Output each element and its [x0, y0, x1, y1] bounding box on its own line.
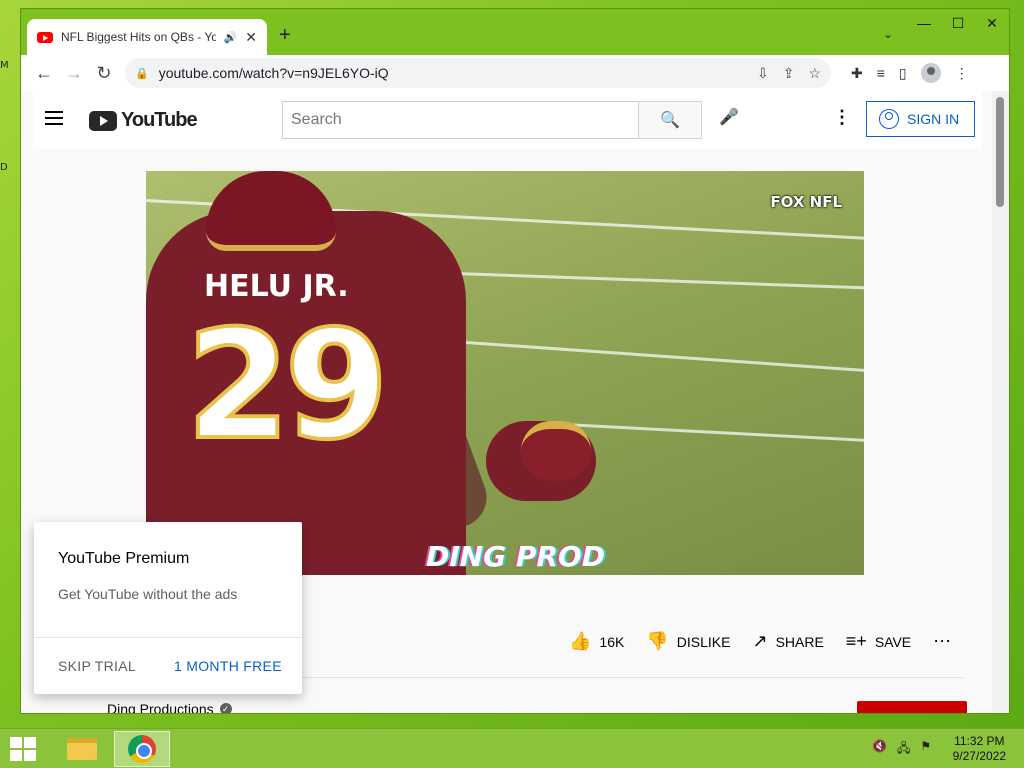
fallen-player-helmet — [521, 421, 591, 481]
desktop-icon-edge-m: M — [0, 60, 9, 71]
speaker-icon[interactable]: 🔊 — [224, 31, 238, 44]
system-tray: 🔇 🖧 ⚑ — [872, 739, 931, 760]
channel-name[interactable]: Ding Productions ✓ — [107, 701, 232, 713]
minimize-button[interactable]: — — [907, 9, 941, 37]
thumbs-up-icon: 👍 — [569, 631, 592, 651]
video-actions: 👍 16K 👎 DISLIKE ↗ SHARE ≡+ SAVE ⋯ — [569, 631, 951, 652]
tab-search-chevron-icon[interactable]: ⌄ — [883, 27, 893, 41]
youtube-favicon-icon — [37, 31, 53, 43]
share-button[interactable]: ↗ SHARE — [752, 631, 823, 652]
month-free-button[interactable]: 1 MONTH FREE — [174, 658, 282, 674]
promo-description: Get YouTube without the ads — [58, 586, 238, 602]
tab-youtube[interactable]: NFL Biggest Hits on QBs - Yo 🔊 ✕ — [27, 19, 267, 55]
save-label: SAVE — [874, 633, 912, 650]
media-control-icon[interactable]: ≡ — [877, 65, 885, 81]
scrollbar-thumb[interactable] — [996, 97, 1004, 207]
file-explorer-button[interactable] — [54, 731, 110, 767]
close-window-button[interactable]: ✕ — [975, 9, 1009, 37]
close-tab-icon[interactable]: ✕ — [245, 29, 257, 46]
dislike-button[interactable]: 👎 DISLIKE — [646, 631, 730, 652]
forward-button[interactable]: → — [59, 58, 89, 88]
thumbs-down-icon: 👎 — [646, 631, 669, 651]
player-helmet — [206, 171, 336, 251]
settings-menu-icon[interactable]: ⋮ — [833, 107, 851, 128]
desktop-icon-edge-d: D — [0, 162, 8, 173]
dislike-label: DISLIKE — [676, 633, 731, 650]
browser-menu-icon[interactable]: ⋮ — [955, 65, 969, 82]
folder-icon — [67, 738, 97, 760]
sign-in-label: SIGN IN — [907, 111, 960, 127]
tab-strip: NFL Biggest Hits on QBs - Yo 🔊 ✕ + ⌄ — ☐… — [21, 9, 1009, 55]
more-actions-button[interactable]: ⋯ — [933, 631, 951, 652]
playlist-add-icon: ≡+ — [845, 631, 867, 651]
subscribe-button[interactable]: SUBSCRIBE — [857, 701, 967, 713]
like-button[interactable]: 👍 16K — [569, 631, 624, 652]
yard-line — [425, 271, 864, 291]
sign-in-button[interactable]: SIGN IN — [866, 101, 975, 137]
video-watermark: DING PROD — [426, 540, 605, 573]
page-scrollbar[interactable] — [992, 91, 1009, 713]
browser-toolbar: ← → ↻ 🔒 youtube.com/watch?v=n9JEL6YO-iQ … — [21, 55, 1009, 91]
address-bar[interactable]: 🔒 youtube.com/watch?v=n9JEL6YO-iQ ⇩ ⇪ ☆ — [125, 58, 831, 88]
tab-title: NFL Biggest Hits on QBs - Yo — [61, 30, 216, 44]
save-button[interactable]: ≡+ SAVE — [846, 631, 911, 652]
share-label: SHARE — [775, 633, 824, 650]
clock-date: 9/27/2022 — [952, 749, 1006, 763]
more-horizontal-icon: ⋯ — [933, 631, 952, 651]
search-button[interactable]: 🔍 — [638, 101, 702, 139]
url-text[interactable]: youtube.com/watch?v=n9JEL6YO-iQ — [159, 65, 747, 81]
yard-line — [465, 341, 864, 374]
share-page-icon[interactable]: ⇪ — [783, 65, 795, 82]
promo-divider — [34, 637, 302, 638]
window-controls: — ☐ ✕ — [907, 9, 1009, 37]
omnibox-icons: ⇩ ⇪ ☆ — [757, 65, 821, 82]
video-player[interactable]: HELU JR. 29 FOX NFL DING PROD — [146, 171, 864, 575]
skip-trial-button[interactable]: SKIP TRIAL — [58, 658, 136, 674]
extensions-puzzle-icon[interactable]: ✚ — [851, 65, 863, 82]
clock[interactable]: 11:32 PM 9/27/2022 — [953, 734, 1006, 764]
youtube-logo[interactable]: YouTube — [89, 109, 198, 132]
clock-time: 11:32 PM — [954, 734, 1005, 748]
youtube-premium-popup: YouTube Premium Get YouTube without the … — [34, 522, 302, 694]
taskbar: 🔇 🖧 ⚑ 11:32 PM 9/27/2022 — [0, 728, 1024, 768]
action-center-icon[interactable]: ⚑ — [920, 739, 931, 760]
volume-muted-icon[interactable]: 🔇 — [872, 739, 887, 760]
youtube-header: YouTube Search 🔍 🎤 ⋮ SIGN IN — [33, 91, 982, 149]
new-tab-button[interactable]: + — [279, 25, 291, 45]
maximize-button[interactable]: ☐ — [941, 9, 975, 37]
promo-title: YouTube Premium — [58, 550, 190, 567]
windows-start-icon[interactable] — [10, 737, 38, 761]
like-count: 16K — [599, 633, 625, 650]
back-button[interactable]: ← — [29, 58, 59, 88]
side-panel-icon[interactable]: ▯ — [899, 65, 907, 82]
youtube-wordmark: YouTube — [121, 109, 198, 131]
chrome-icon — [128, 735, 156, 763]
account-icon — [879, 109, 899, 129]
lock-icon[interactable]: 🔒 — [135, 67, 149, 80]
jersey-number: 29 — [184, 297, 391, 475]
verified-check-icon: ✓ — [219, 703, 232, 713]
channel-name-text: Ding Productions — [107, 701, 214, 713]
network-icon[interactable]: 🖧 — [897, 739, 910, 760]
search-icon: 🔍 — [660, 112, 680, 129]
youtube-play-icon — [89, 110, 117, 131]
extension-icons: ✚ ≡ ▯ ⋮ — [851, 63, 969, 83]
profile-avatar-icon[interactable] — [920, 63, 941, 83]
install-icon[interactable]: ⇩ — [757, 65, 769, 82]
share-arrow-icon: ↗ — [752, 631, 768, 651]
search-input[interactable]: Search — [282, 101, 640, 139]
reload-button[interactable]: ↻ — [89, 58, 119, 88]
hamburger-menu-icon[interactable] — [45, 111, 63, 129]
chrome-taskbar-button[interactable] — [114, 731, 170, 767]
broadcast-logo: FOX NFL — [770, 193, 842, 211]
bookmark-star-icon[interactable]: ☆ — [808, 65, 821, 82]
microphone-icon[interactable]: 🎤 — [719, 107, 739, 127]
